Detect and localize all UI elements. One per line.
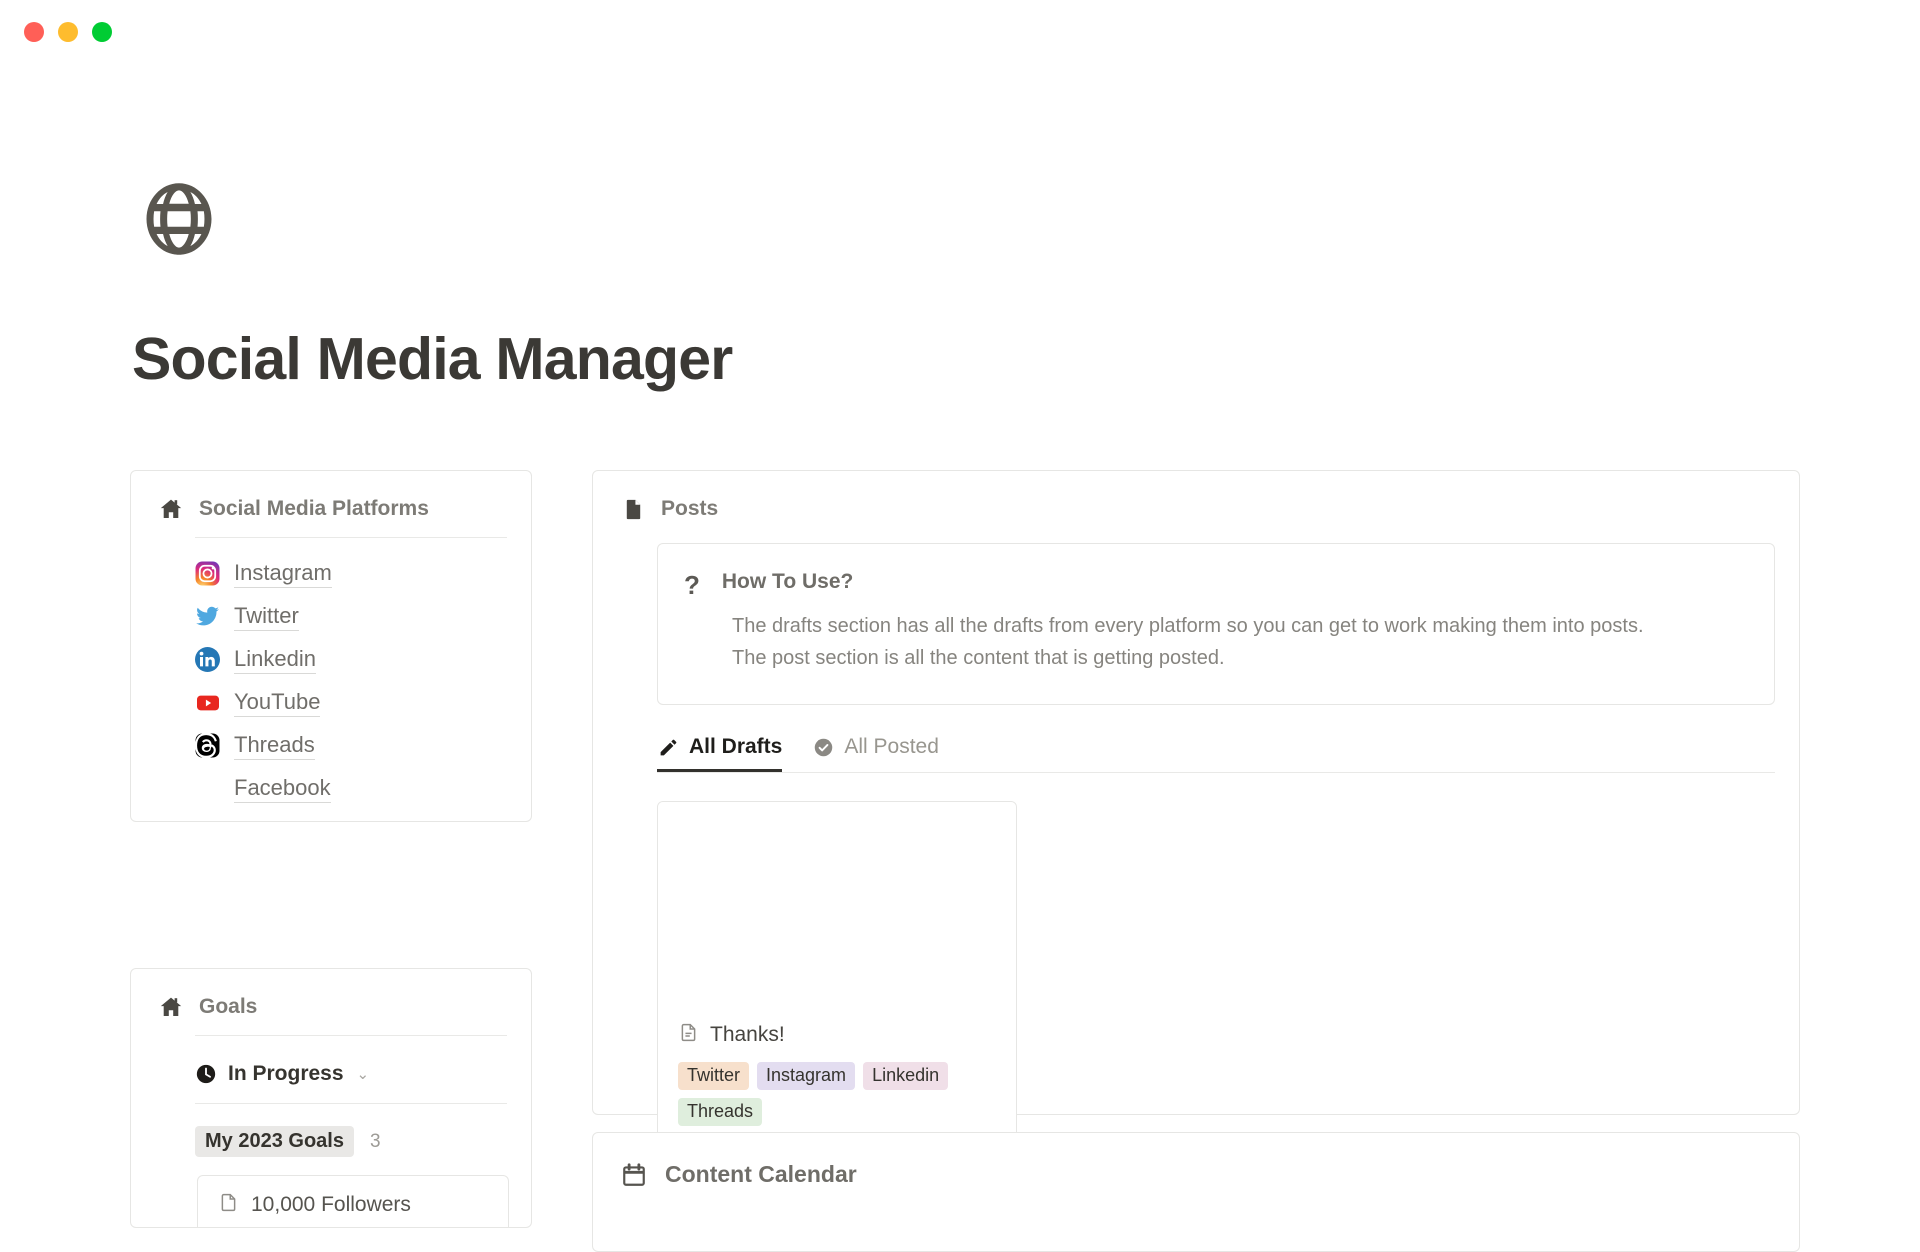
tab-all-drafts[interactable]: All Drafts: [657, 735, 782, 772]
platforms-list: Instagram Twitter Linkedin YouTube Threa…: [131, 538, 531, 810]
goals-panel-title: Goals: [199, 995, 258, 1018]
tab-label: All Drafts: [689, 735, 783, 758]
goal-item-label: 10,000 Followers: [251, 1193, 411, 1216]
draft-thumbnail: [658, 802, 1016, 1014]
calendar-icon: [621, 1162, 647, 1188]
linkedin-icon: [195, 647, 220, 672]
goal-item-card[interactable]: 10,000 Followers: [197, 1175, 509, 1227]
page-title: Social Media Manager: [132, 326, 733, 392]
goals-status-label: In Progress: [228, 1062, 344, 1085]
platform-label: Facebook: [234, 774, 331, 804]
draft-tags: Twitter Instagram Linkedin Threads: [658, 1048, 1016, 1126]
goals-group-badge[interactable]: My 2023 Goals: [195, 1126, 354, 1157]
youtube-icon: [195, 690, 220, 715]
platform-item-linkedin[interactable]: Linkedin: [0, 638, 531, 681]
platform-label: Twitter: [234, 602, 299, 632]
platform-label: Linkedin: [234, 645, 316, 675]
draft-card[interactable]: Thanks! Twitter Instagram Linkedin Threa…: [657, 801, 1017, 1189]
calendar-panel-header: Content Calendar: [593, 1133, 1799, 1188]
check-circle-icon: [812, 736, 834, 758]
globe-icon: [140, 180, 218, 258]
posts-tabs: All Drafts All Posted: [657, 735, 1775, 773]
goals-group-row: My 2023 Goals 3: [131, 1104, 531, 1157]
home-icon: [159, 995, 183, 1019]
draft-title: Thanks!: [710, 1023, 785, 1046]
posts-panel-header: Posts: [593, 471, 1799, 521]
platforms-panel-title: Social Media Platforms: [199, 497, 429, 520]
platform-label: YouTube: [234, 688, 321, 718]
how-to-use-line-1: The drafts section has all the drafts fr…: [732, 615, 1644, 637]
document-icon: [678, 1022, 699, 1048]
platform-item-facebook[interactable]: Facebook: [0, 767, 531, 810]
tag-instagram[interactable]: Instagram: [757, 1062, 856, 1090]
social-media-platforms-panel: Social Media Platforms Instagram Twitter…: [130, 470, 532, 822]
goals-status-group-toggle[interactable]: In Progress ⌄: [131, 1036, 531, 1086]
tag-twitter[interactable]: Twitter: [678, 1062, 750, 1090]
document-icon: [621, 497, 645, 521]
threads-icon: [195, 733, 220, 758]
goals-group-count: 3: [369, 1130, 381, 1152]
calendar-panel-title: Content Calendar: [665, 1161, 857, 1187]
platform-item-twitter[interactable]: Twitter: [0, 595, 531, 638]
how-to-use-line-2: The post section is all the content that…: [732, 647, 1225, 669]
chevron-down-icon[interactable]: ⌄: [357, 1065, 370, 1083]
posts-panel: Posts ? How To Use? The drafts section h…: [592, 470, 1800, 1189]
platform-label: Threads: [234, 731, 315, 761]
how-to-use-title: How To Use?: [721, 570, 854, 593]
home-icon: [159, 497, 183, 521]
instagram-icon: [195, 561, 220, 586]
clock-icon: [195, 1063, 217, 1085]
how-to-use-callout: ? How To Use? The drafts section has all…: [657, 543, 1775, 705]
goals-panel: Goals In Progress ⌄ My 2023 Goals 3 10,0…: [130, 968, 532, 1228]
pencil-icon: [657, 736, 679, 758]
platform-item-instagram[interactable]: Instagram: [0, 552, 531, 595]
posts-panel-title: Posts: [661, 497, 719, 520]
platform-label: Instagram: [234, 559, 332, 589]
tab-all-posted[interactable]: All Posted: [812, 735, 939, 772]
goals-panel-header: Goals: [131, 969, 531, 1019]
platform-item-youtube[interactable]: YouTube: [0, 681, 531, 724]
question-icon: ?: [684, 570, 700, 600]
content-calendar-panel: Content Calendar: [592, 1132, 1800, 1252]
tag-linkedin[interactable]: Linkedin: [863, 1062, 949, 1090]
tag-threads[interactable]: Threads: [678, 1098, 763, 1126]
page-content: Social Media Manager Social Media Platfo…: [0, 0, 1920, 1252]
twitter-icon: [195, 604, 220, 629]
page-icon: [218, 1192, 239, 1218]
platforms-panel-header: Social Media Platforms: [131, 471, 531, 521]
platform-item-threads[interactable]: Threads: [0, 724, 531, 767]
tab-label: All Posted: [844, 735, 939, 758]
